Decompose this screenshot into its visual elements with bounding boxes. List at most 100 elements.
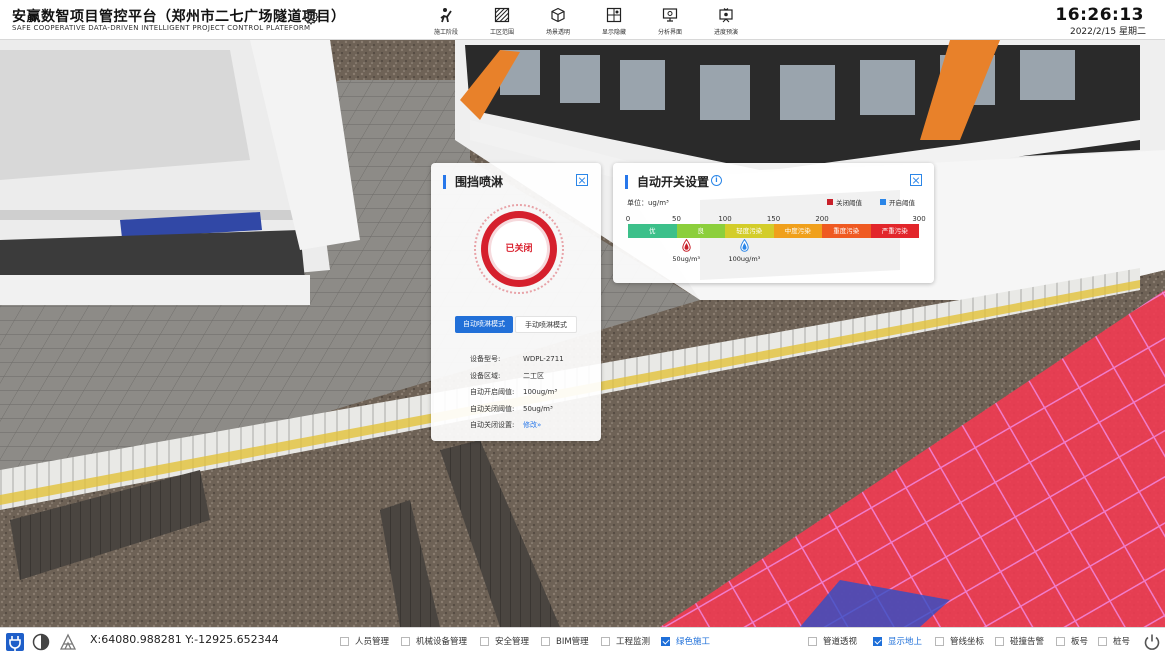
- plug-icon[interactable]: [5, 632, 25, 652]
- toggle-pipeline-coords[interactable]: 管线坐标: [935, 635, 984, 647]
- bottom-toolbar: X:64080.988281 Y:-12925.652344 人员管理 机械设备…: [0, 627, 1165, 655]
- checkbox[interactable]: [661, 636, 670, 646]
- aqi-segment: 良: [676, 224, 725, 238]
- toggle-label: 安全管理: [495, 637, 530, 647]
- toggle-label: 板号: [1071, 637, 1089, 647]
- app-title: 安赢数智项目管控平台（郑州市二七广场隧道项目）: [12, 9, 346, 25]
- info-value: 100ug/m³: [523, 388, 558, 396]
- aqi-segment: 优: [628, 224, 677, 238]
- checkbox[interactable]: [1056, 636, 1065, 646]
- aqi-segment: 轻度污染: [725, 224, 774, 238]
- info-row-close-setting: 自动关闭设置: 修改»: [470, 420, 541, 430]
- clock-date: 2022/2/15 星期二: [1069, 27, 1146, 37]
- toggle-safety[interactable]: 安全管理: [480, 635, 529, 647]
- nav-label: 分析界面: [657, 29, 682, 36]
- cube-icon: [551, 7, 565, 23]
- toggle-monitoring[interactable]: 工程监测: [601, 635, 650, 647]
- modify-link[interactable]: 修改»: [523, 421, 541, 429]
- info-label: 设备型号:: [470, 355, 501, 363]
- threshold-label: 100ug/m³: [728, 255, 761, 263]
- nav-show-hide[interactable]: 显示隐藏: [586, 4, 642, 38]
- hatch-area-icon: [494, 7, 510, 23]
- checkbox[interactable]: [401, 636, 410, 646]
- auto-spray-mode-button[interactable]: 自动喷淋模式: [455, 316, 513, 333]
- toggle-label: 管道透视: [823, 637, 858, 647]
- toggle-label: 人员管理: [355, 637, 390, 647]
- toggle-plate-number[interactable]: 板号: [1056, 635, 1088, 647]
- checkbox[interactable]: [935, 636, 944, 646]
- checkbox[interactable]: [873, 636, 882, 646]
- nav-label: 施工阶段: [433, 29, 458, 36]
- nav-analysis[interactable]: 分析界面: [642, 4, 698, 38]
- legend-swatch: [880, 199, 886, 205]
- toggle-collision-alarm[interactable]: 碰撞告警: [995, 635, 1044, 647]
- aqi-segment: 严重污染: [870, 224, 919, 238]
- top-header: 安赢数智项目管控平台（郑州市二七广场隧道项目） SAFE COOPERATIVE…: [0, 0, 1165, 40]
- toggle-label: BIM管理: [556, 637, 589, 647]
- checkbox[interactable]: [480, 636, 489, 646]
- toggle-label: 桩号: [1113, 637, 1131, 647]
- info-label: 自动关闭设置:: [470, 421, 515, 429]
- coordinate-readout: X:64080.988281 Y:-12925.652344: [90, 633, 279, 646]
- toggle-pipe-perspective[interactable]: 管道透视: [808, 635, 857, 647]
- clock-time: 16:26:13: [1055, 5, 1144, 25]
- app-subtitle: SAFE COOPERATIVE DATA-DRIVEN INTELLIGENT…: [12, 24, 311, 32]
- checkbox[interactable]: [995, 636, 1004, 646]
- close-icon[interactable]: [576, 174, 588, 186]
- spray-panel: 围挡喷淋 已关闭 自动喷淋模式 手动喷淋模式 设备型号: WDPL-2711 设备…: [431, 163, 601, 441]
- auto-switch-panel: 自动开关设置 i 单位：ug/m³ 关闭阈值 开启阈值 0 50 100 150 200…: [613, 163, 934, 283]
- panel-title: 自动开关设置: [625, 175, 709, 189]
- checkbox[interactable]: [541, 636, 550, 646]
- info-label: 自动关闭阈值:: [470, 405, 515, 413]
- checkbox[interactable]: [1098, 636, 1107, 646]
- panel-title: 围挡喷淋: [443, 175, 503, 189]
- worker-icon: [440, 8, 452, 23]
- half-moon-icon[interactable]: [31, 632, 51, 652]
- info-icon[interactable]: i: [711, 175, 722, 186]
- nav-scene-transparent[interactable]: 场景透明: [530, 4, 586, 38]
- info-value: WDPL-2711: [523, 355, 564, 363]
- toggle-label: 工程监测: [616, 637, 651, 647]
- toggle-label: 机械设备管理: [416, 637, 468, 647]
- power-icon[interactable]: [1142, 632, 1162, 652]
- close-icon[interactable]: [910, 174, 922, 186]
- open-threshold-marker[interactable]: 100ug/m³: [724, 239, 764, 263]
- checkbox[interactable]: [601, 636, 610, 646]
- monitor-icon: [662, 8, 678, 22]
- aqi-segment: 中度污染: [773, 224, 822, 238]
- info-row-close-threshold: 自动关闭阈值: 50ug/m³: [470, 404, 553, 414]
- close-threshold-marker[interactable]: 50ug/m³: [666, 239, 706, 263]
- info-row-model: 设备型号: WDPL-2711: [470, 354, 564, 364]
- manual-spray-mode-button[interactable]: 手动喷淋模式: [515, 316, 577, 333]
- legend-open-threshold: 开启阈值: [880, 197, 915, 207]
- toggle-equipment[interactable]: 机械设备管理: [401, 635, 467, 647]
- main-nav: 施工阶段 工区范围 场景透明 显示隐藏 分析界面 进度预演: [418, 4, 754, 38]
- toggle-label: 显示地上: [888, 637, 923, 647]
- checkbox[interactable]: [340, 636, 349, 646]
- toggle-green-construction[interactable]: 绿色施工: [661, 635, 710, 647]
- info-value: 二工区: [523, 372, 544, 380]
- aqi-segment: 重度污染: [822, 224, 871, 238]
- unit-label: 单位：ug/m³: [627, 199, 669, 207]
- toggle-personnel[interactable]: 人员管理: [340, 635, 389, 647]
- nav-construction-stage[interactable]: 施工阶段: [418, 4, 474, 38]
- info-row-open-threshold: 自动开启阈值: 100ug/m³: [470, 387, 557, 397]
- toggle-bim[interactable]: BIM管理: [541, 635, 589, 647]
- scale-tick: 0: [625, 215, 631, 223]
- grid-toggle-icon: [606, 7, 622, 23]
- info-row-area: 设备区域: 二工区: [470, 371, 544, 381]
- toggle-pile-number[interactable]: 桩号: [1098, 635, 1130, 647]
- scale-tick: 300: [912, 215, 926, 223]
- scale-tick: 50: [672, 215, 681, 223]
- nav-progress-preview[interactable]: 进度预演: [698, 4, 754, 38]
- toggle-show-above-ground[interactable]: 显示地上: [873, 635, 922, 647]
- measure-icon[interactable]: [58, 632, 78, 652]
- scale-tick: 100: [718, 215, 732, 223]
- legend-label: 关闭阈值: [836, 199, 862, 207]
- gear-icon[interactable]: [302, 8, 320, 26]
- nav-label: 显示隐藏: [601, 29, 626, 36]
- checkbox[interactable]: [808, 636, 817, 646]
- info-value: 50ug/m³: [523, 405, 553, 413]
- nav-work-area[interactable]: 工区范围: [474, 4, 530, 38]
- info-label: 自动开启阈值:: [470, 388, 515, 396]
